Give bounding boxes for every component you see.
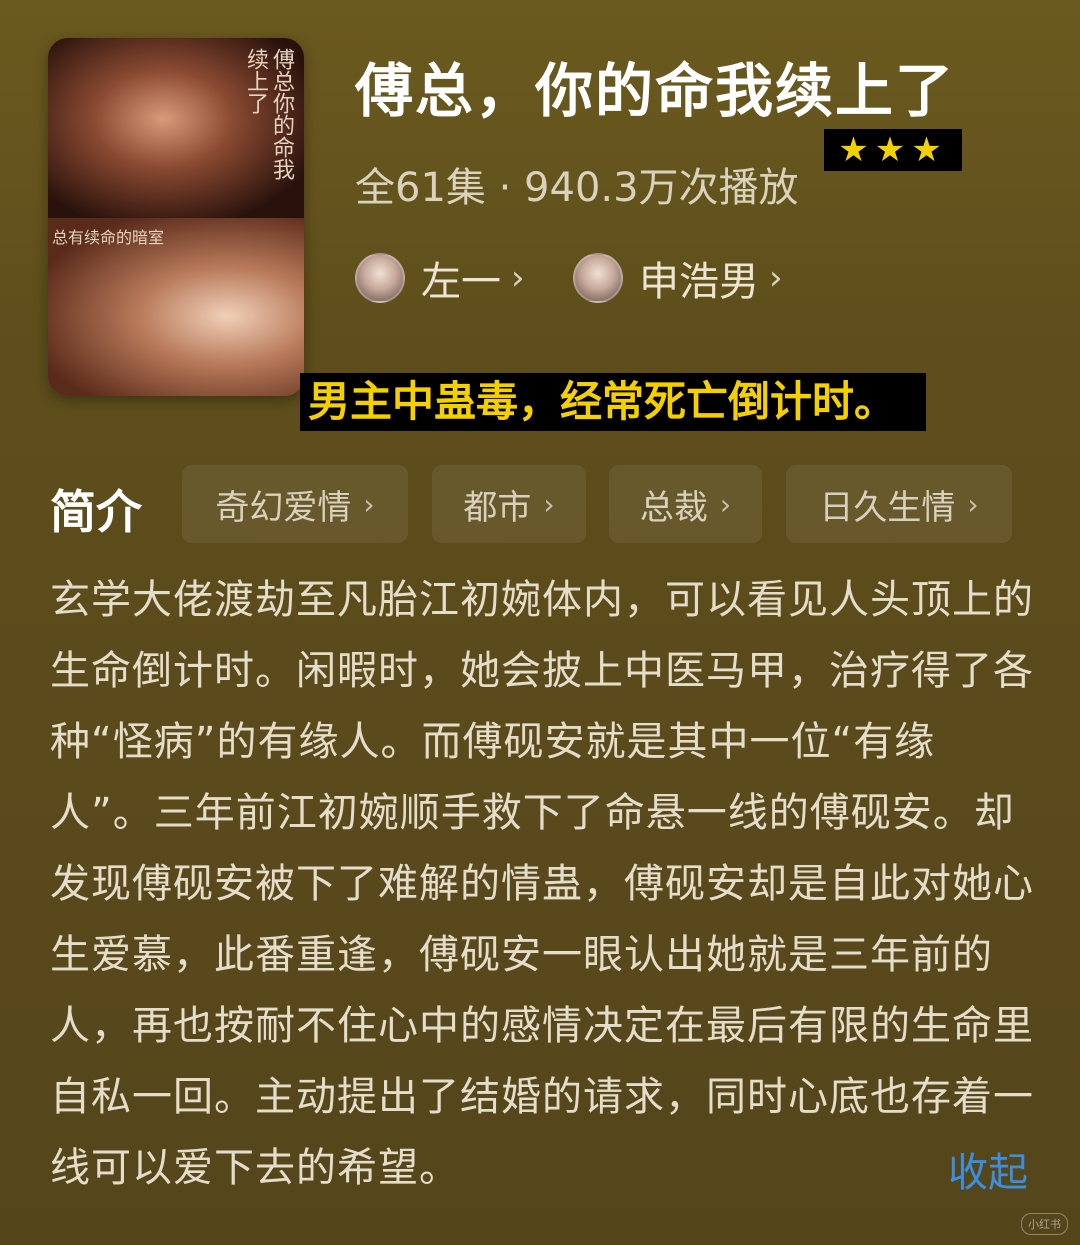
chevron-right-icon: › — [769, 258, 783, 298]
intro-heading: 简介 — [50, 485, 142, 539]
drama-poster[interactable]: 傅总你的命我续上了 总有续命的暗室 — [48, 38, 304, 396]
avatar — [355, 253, 405, 303]
rating-stars: ★★★ — [824, 129, 962, 171]
tag-label: 日久生情 — [819, 487, 956, 528]
tag-label: 都市 — [463, 487, 532, 528]
tag-label: 总裁 — [639, 487, 708, 528]
cast-name: 左一 — [421, 259, 501, 305]
chevron-right-icon: › — [511, 258, 525, 298]
avatar — [573, 253, 623, 303]
chevron-right-icon: › — [363, 487, 375, 521]
tag-slow-burn[interactable]: 日久生情 › — [786, 465, 1012, 543]
collapse-button[interactable]: 收起 — [948, 1140, 1028, 1198]
episode-and-plays: 全61集 · 940.3万次播放 — [355, 165, 799, 211]
tag-label: 奇幻爱情 — [215, 487, 352, 528]
tag-urban[interactable]: 都市 › — [432, 465, 586, 543]
cast-item-shenhaonan[interactable]: 申浩男 › — [573, 250, 783, 306]
cast-name: 申浩男 — [639, 259, 759, 305]
app-watermark: 小红书 — [1021, 1213, 1068, 1235]
tag-ceo[interactable]: 总裁 › — [609, 465, 762, 543]
poster-calligraphy-title: 傅总你的命我续上了 — [243, 48, 294, 180]
synopsis-text: 玄学大佬渡劫至凡胎江初婉体内，可以看见人头顶上的生命倒计时。闲暇时，她会披上中医… — [50, 577, 1034, 1191]
chevron-right-icon: › — [543, 487, 555, 521]
chevron-right-icon: › — [719, 487, 732, 521]
cast-item-zuoyi[interactable]: 左一 › — [355, 250, 525, 306]
drama-title: 傅总，你的命我续上了 — [355, 57, 956, 125]
subtitle-caption: 男主中蛊毒，经常死亡倒计时。 — [300, 373, 927, 431]
chevron-right-icon: › — [967, 487, 979, 521]
tag-fantasy-romance[interactable]: 奇幻爱情 › — [182, 465, 408, 543]
poster-band-text: 总有续命的暗室 — [52, 228, 165, 247]
